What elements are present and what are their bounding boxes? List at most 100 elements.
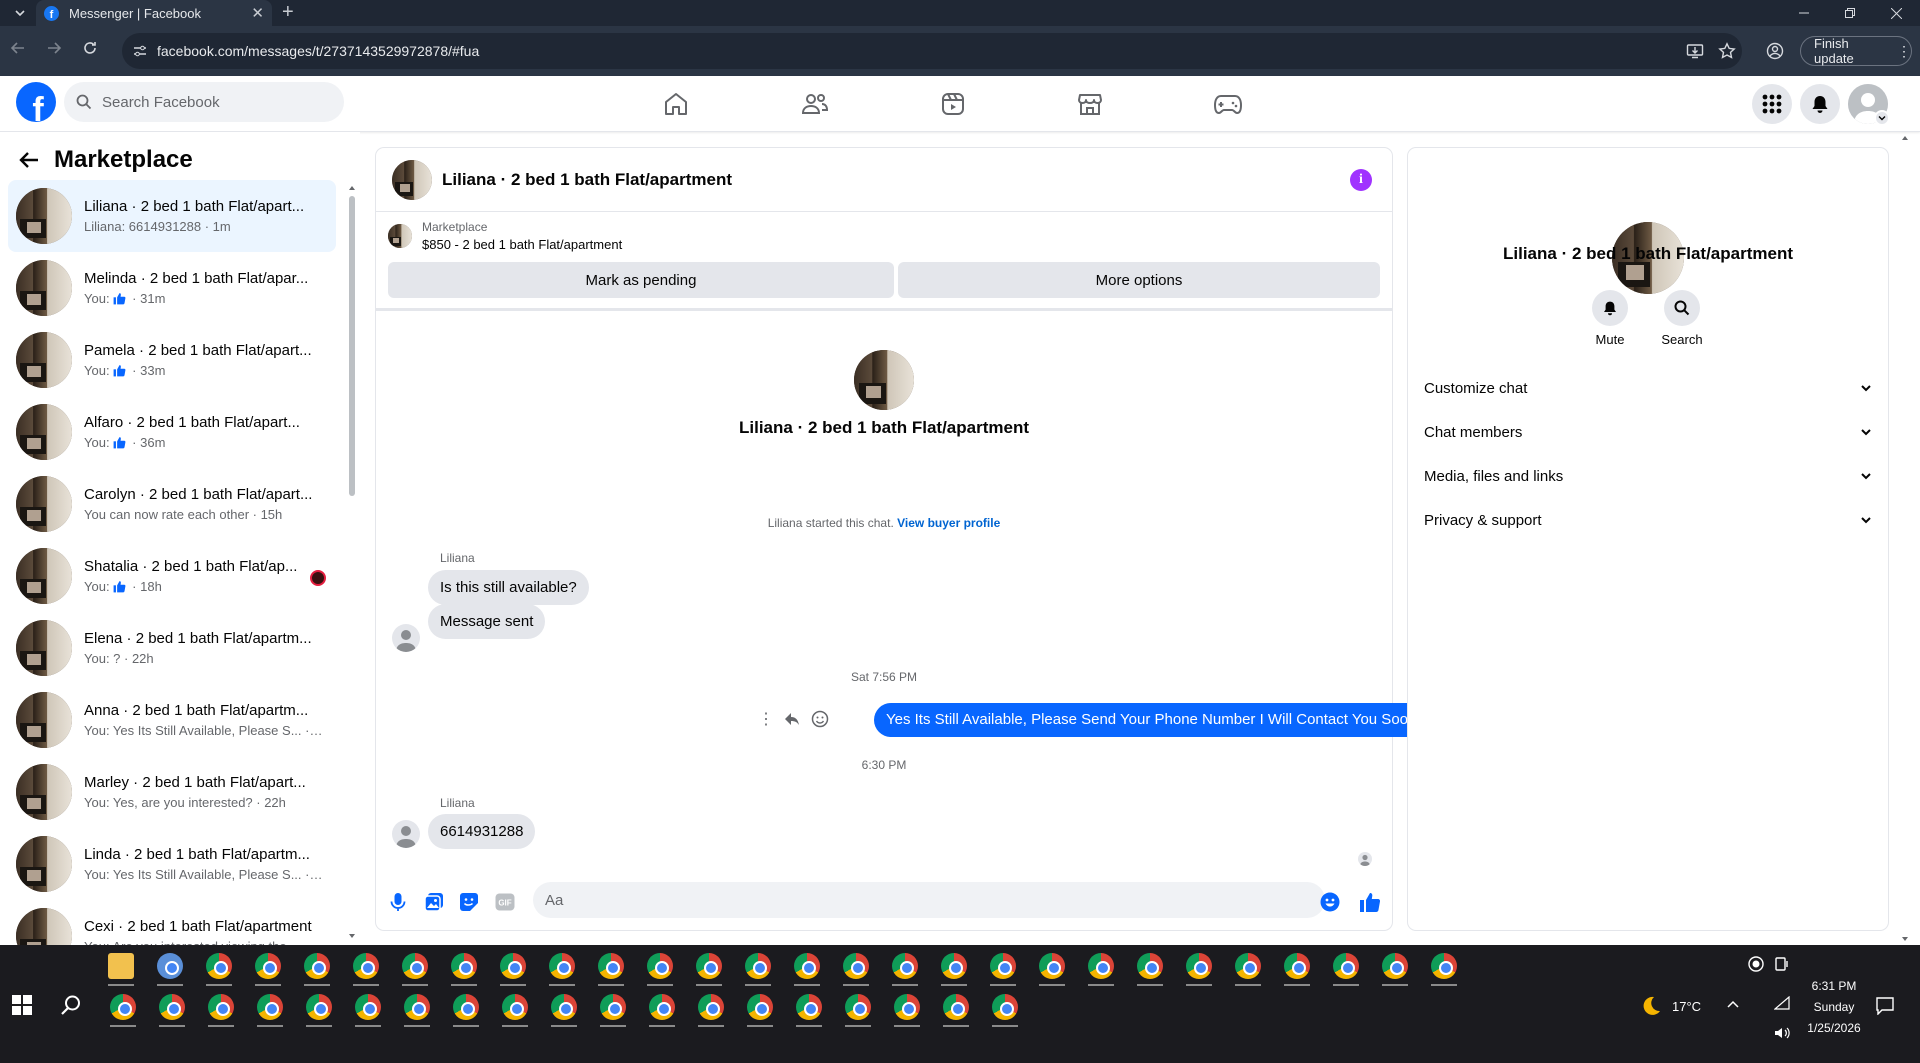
chrome-taskbar-icon[interactable]	[1284, 953, 1310, 979]
listing-summary[interactable]: Marketplace $850 - 2 bed 1 bath Flat/apa…	[388, 220, 622, 252]
url-text[interactable]: facebook.com/messages/t/2737143529972878…	[157, 43, 479, 59]
minimize-button[interactable]	[1782, 0, 1826, 26]
chrome-taskbar-icon[interactable]	[255, 953, 281, 979]
conversation-item[interactable]: Pamela · 2 bed 1 bath Flat/apart... You: …	[8, 324, 336, 396]
chrome-taskbar-icon[interactable]	[157, 953, 183, 979]
outgoing-message[interactable]: Yes Its Still Available, Please Send You…	[874, 703, 1433, 737]
search-conversation-button[interactable]	[1664, 290, 1700, 326]
tab-search-button[interactable]	[6, 2, 34, 24]
more-options-button[interactable]: More options	[898, 262, 1380, 298]
conversation-item[interactable]: Shatalia · 2 bed 1 bath Flat/ap... You: ·…	[8, 540, 336, 612]
chrome-taskbar-icon[interactable]	[598, 953, 624, 979]
back-arrow-icon[interactable]	[18, 149, 40, 171]
details-section-toggle[interactable]: Chat members	[1424, 410, 1872, 454]
voice-clip-button[interactable]	[386, 890, 410, 914]
chrome-taskbar-icon[interactable]	[551, 994, 577, 1020]
chrome-taskbar-icon[interactable]	[502, 994, 528, 1020]
sender-avatar[interactable]	[392, 624, 420, 652]
message-more-icon[interactable]: ⋮	[758, 709, 774, 729]
view-buyer-profile-link[interactable]: View buyer profile	[897, 516, 1000, 530]
chrome-taskbar-icon[interactable]	[304, 953, 330, 979]
back-button[interactable]	[10, 40, 34, 56]
facebook-logo[interactable]: f	[16, 82, 56, 122]
chrome-taskbar-icon[interactable]	[206, 953, 232, 979]
chrome-taskbar-icon[interactable]	[647, 953, 673, 979]
chrome-taskbar-icon[interactable]	[257, 994, 283, 1020]
chrome-taskbar-icon[interactable]	[745, 953, 771, 979]
mark-as-pending-button[interactable]: Mark as pending	[388, 262, 894, 298]
chrome-taskbar-icon[interactable]	[696, 953, 722, 979]
chrome-taskbar-icon[interactable]	[698, 994, 724, 1020]
account-dropdown-icon[interactable]	[1874, 110, 1890, 126]
attach-photo-button[interactable]	[422, 890, 446, 914]
chrome-taskbar-icon[interactable]	[1235, 953, 1261, 979]
close-window-button[interactable]	[1874, 0, 1918, 26]
chrome-taskbar-icon[interactable]	[402, 953, 428, 979]
chrome-taskbar-icon[interactable]	[845, 994, 871, 1020]
chrome-taskbar-icon[interactable]	[943, 994, 969, 1020]
tray-record-icon[interactable]	[1748, 956, 1764, 972]
chrome-taskbar-icon[interactable]	[892, 953, 918, 979]
conversation-item[interactable]: Linda · 2 bed 1 bath Flat/apartm... You: …	[8, 828, 336, 900]
details-section-toggle[interactable]: Privacy & support	[1424, 498, 1872, 542]
conversation-item[interactable]: Elena · 2 bed 1 bath Flat/apartm... You: …	[8, 612, 336, 684]
conversation-info-icon[interactable]: i	[1350, 169, 1372, 191]
finish-update-button[interactable]: Finish update ⋮	[1800, 36, 1912, 66]
mute-button[interactable]	[1592, 290, 1628, 326]
chrome-taskbar-icon[interactable]	[451, 953, 477, 979]
notifications-button[interactable]	[1800, 84, 1840, 124]
chrome-taskbar-icon[interactable]	[1186, 953, 1212, 979]
conversation-item[interactable]: Liliana · 2 bed 1 bath Flat/apart... Lili…	[8, 180, 336, 252]
chrome-taskbar-icon[interactable]	[353, 953, 379, 979]
emoji-button[interactable]	[1318, 890, 1342, 914]
profile-icon[interactable]	[1766, 42, 1784, 60]
chrome-taskbar-icon[interactable]	[159, 994, 185, 1020]
chrome-taskbar-icon[interactable]	[404, 994, 430, 1020]
nav-home[interactable]	[656, 90, 696, 118]
conversation-item[interactable]: Melinda · 2 bed 1 bath Flat/apar... You: …	[8, 252, 336, 324]
chrome-taskbar-icon[interactable]	[1431, 953, 1457, 979]
nav-video[interactable]	[933, 90, 973, 118]
chrome-taskbar-icon[interactable]	[549, 953, 575, 979]
chat-header-avatar[interactable]	[392, 159, 432, 200]
notification-center-icon[interactable]	[1876, 997, 1894, 1015]
chrome-taskbar-icon[interactable]	[1039, 953, 1065, 979]
conversation-scrollbar[interactable]	[348, 182, 356, 942]
chrome-taskbar-icon[interactable]	[843, 953, 869, 979]
restore-button[interactable]	[1828, 0, 1872, 26]
page-scrollbar[interactable]	[1898, 132, 1912, 945]
chrome-taskbar-icon[interactable]	[600, 994, 626, 1020]
chrome-taskbar-icon[interactable]	[990, 953, 1016, 979]
taskbar-clock[interactable]: 6:31 PM Sunday 1/25/2026	[1806, 976, 1862, 1039]
new-tab-button[interactable]: +	[282, 1, 294, 23]
chrome-taskbar-icon[interactable]	[1088, 953, 1114, 979]
sender-avatar[interactable]	[392, 820, 420, 848]
chrome-taskbar-icon[interactable]	[1137, 953, 1163, 979]
network-icon[interactable]	[1774, 996, 1790, 1010]
chrome-taskbar-icon[interactable]	[747, 994, 773, 1020]
conversation-item[interactable]: Anna · 2 bed 1 bath Flat/apartm... You: Y…	[8, 684, 336, 756]
chrome-taskbar-icon[interactable]	[355, 994, 381, 1020]
chrome-taskbar-icon[interactable]	[1382, 953, 1408, 979]
incoming-message[interactable]: 6614931288	[428, 814, 536, 849]
chrome-taskbar-icon[interactable]	[1333, 953, 1359, 979]
nav-gaming[interactable]	[1208, 90, 1248, 118]
reply-icon[interactable]	[783, 710, 801, 728]
chrome-taskbar-icon[interactable]	[992, 994, 1018, 1020]
react-emoji-icon[interactable]	[811, 710, 829, 728]
incoming-message[interactable]: Message sent	[428, 604, 546, 639]
browser-tab-messenger[interactable]: f Messenger | Facebook ✕	[36, 0, 272, 26]
conversation-item[interactable]: Carolyn · 2 bed 1 bath Flat/apart... You …	[8, 468, 336, 540]
nav-marketplace[interactable]	[1070, 90, 1110, 118]
file-explorer-taskbar-icon[interactable]	[108, 953, 134, 979]
close-tab-icon[interactable]: ✕	[251, 4, 264, 22]
chat-profile-avatar[interactable]	[854, 350, 914, 410]
details-section-toggle[interactable]: Media, files and links	[1424, 454, 1872, 498]
start-button[interactable]	[12, 995, 32, 1015]
reload-button[interactable]	[82, 40, 106, 56]
bookmark-star-icon[interactable]	[1718, 42, 1736, 60]
weather-temperature[interactable]: 17°C	[1672, 999, 1701, 1014]
forward-button[interactable]	[46, 40, 70, 56]
chrome-taskbar-icon[interactable]	[794, 953, 820, 979]
chrome-taskbar-icon[interactable]	[894, 994, 920, 1020]
